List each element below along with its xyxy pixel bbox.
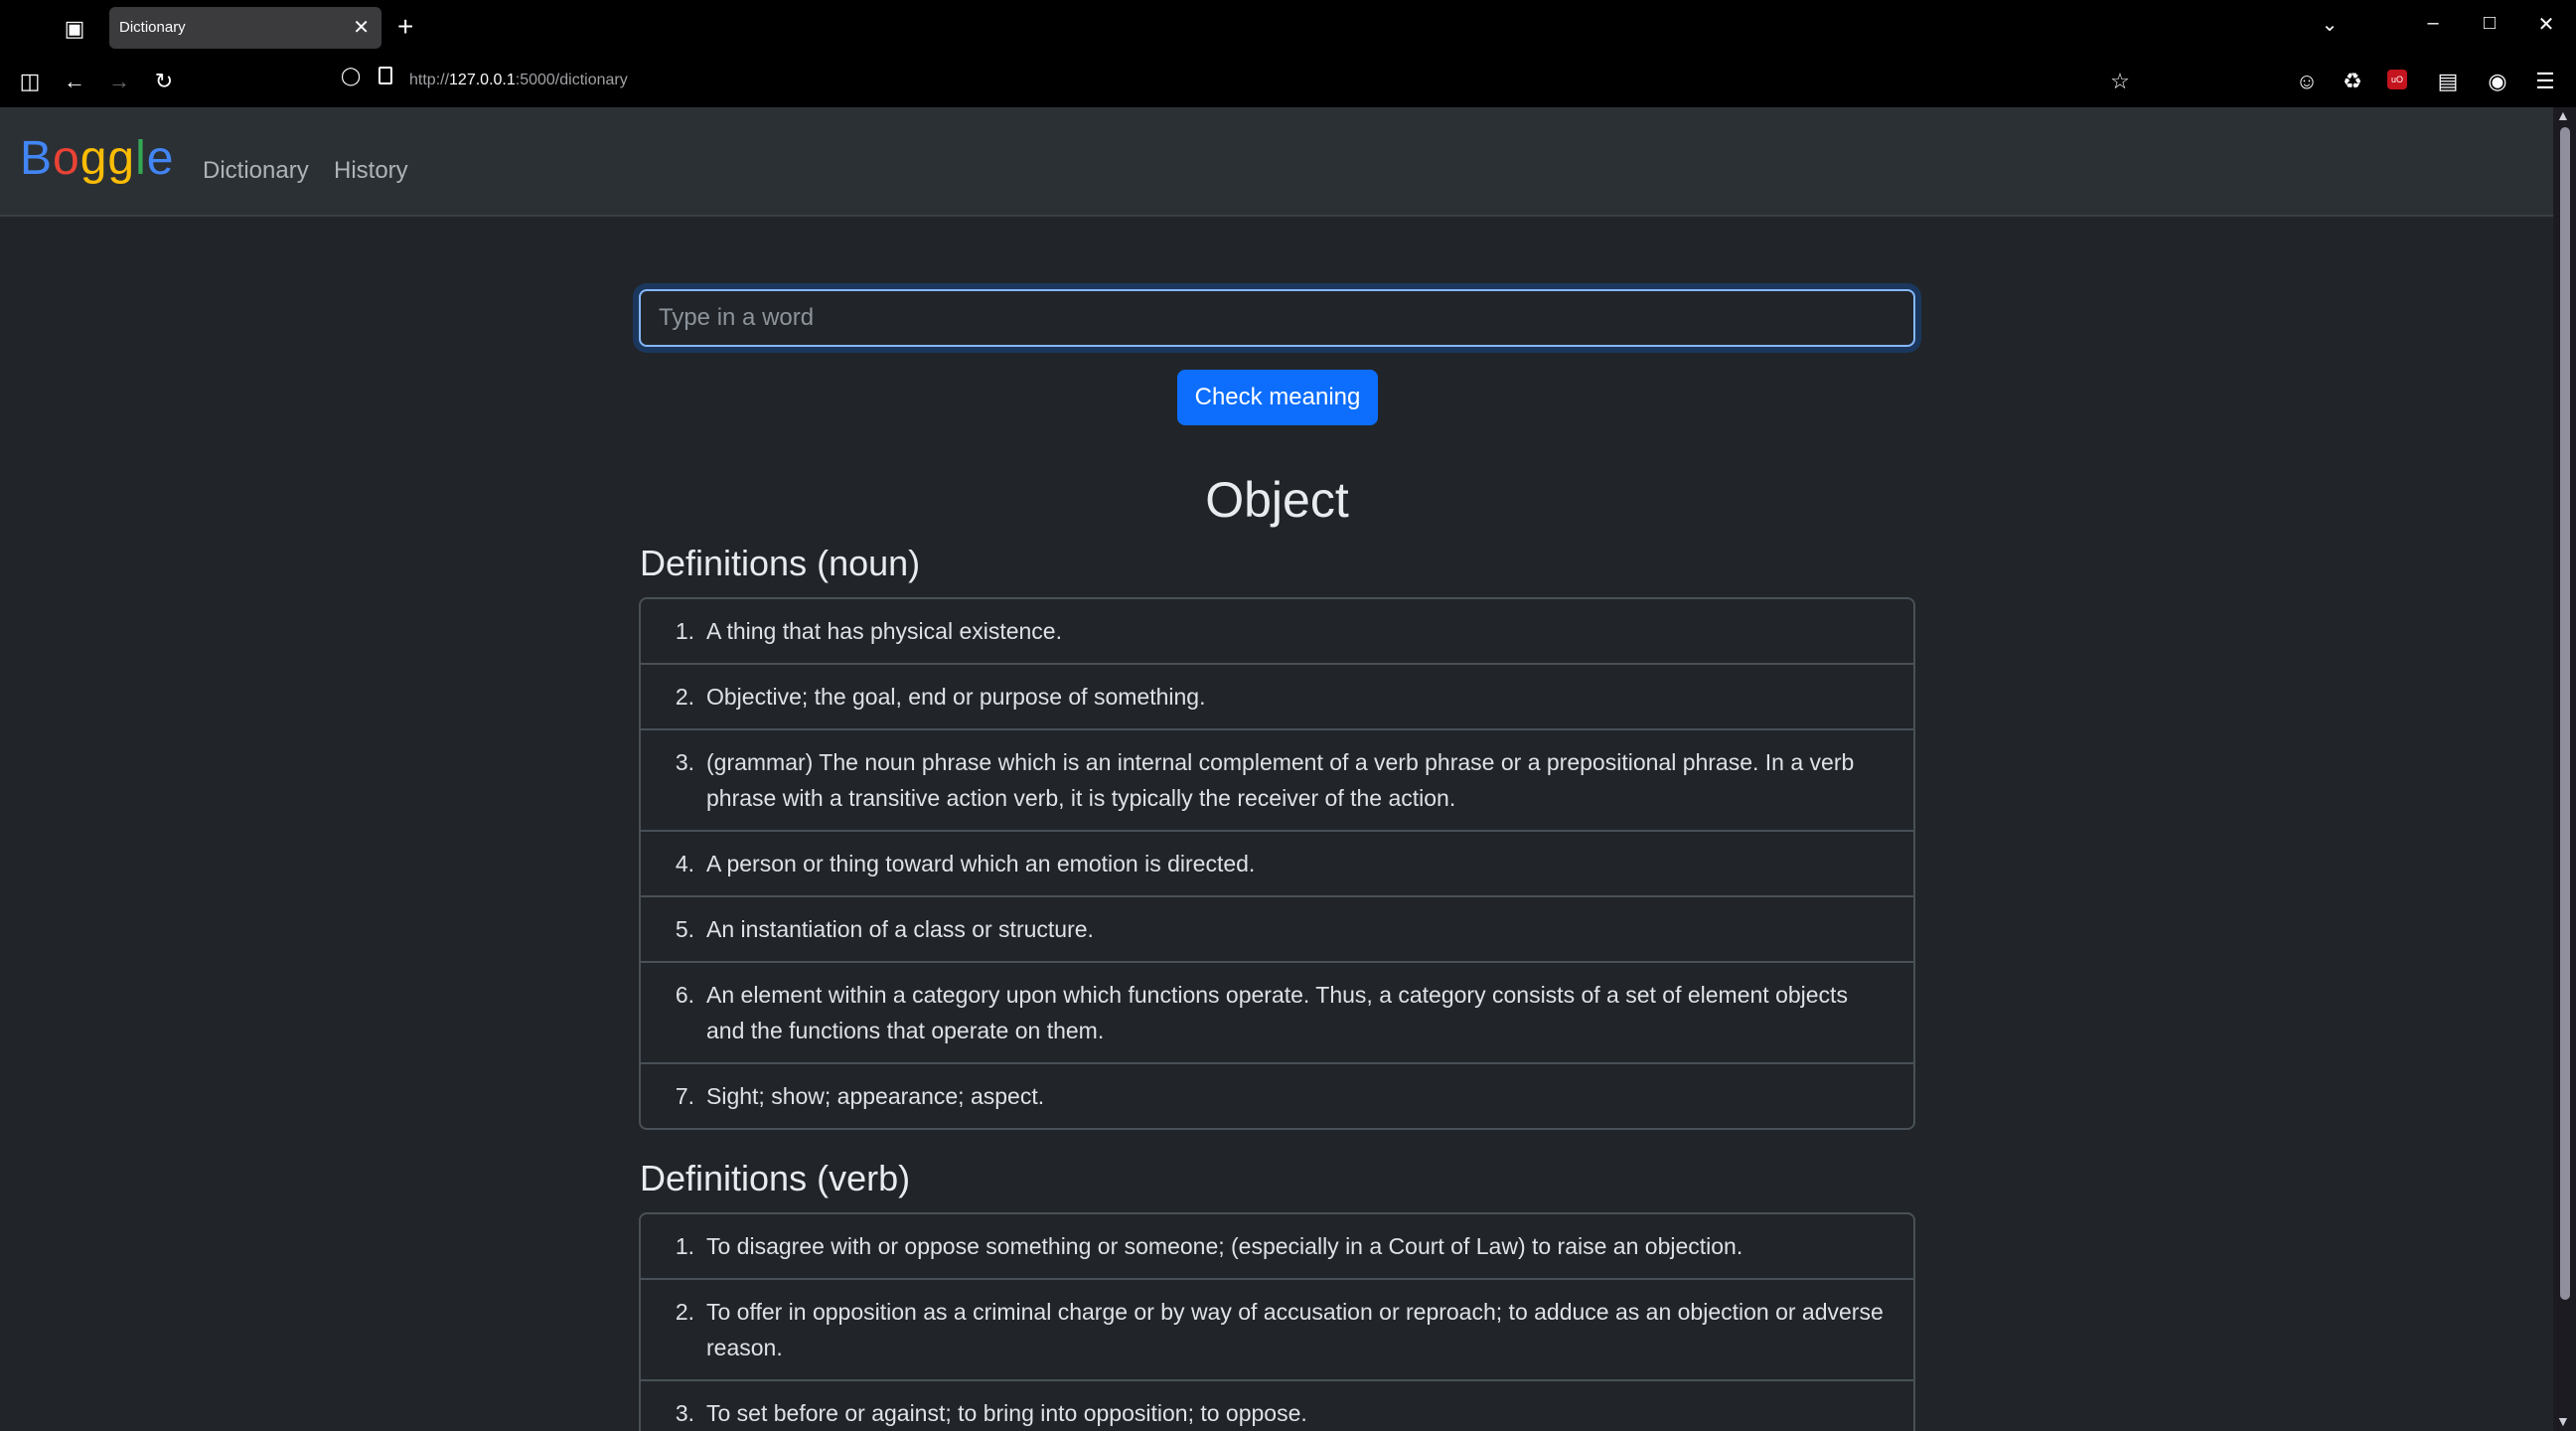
scrollbar-thumb[interactable]: [2560, 127, 2570, 1300]
new-tab-icon[interactable]: +: [397, 12, 413, 42]
bookmark-star-icon[interactable]: ☆: [2104, 66, 2136, 97]
shield-icon[interactable]: ◯: [341, 66, 361, 86]
brand-letter: l: [135, 132, 147, 185]
private-mask-icon[interactable]: ◉: [2482, 66, 2513, 97]
definition-text: Sight; show; appearance; aspect.: [706, 1083, 1045, 1109]
forward-icon[interactable]: →: [103, 66, 135, 97]
definition-item: 5. An instantiation of a class or structu…: [641, 897, 1913, 963]
definition-item: 2. To offer in opposition as a criminal c…: [641, 1280, 1913, 1381]
ublock-icon[interactable]: uO: [2387, 70, 2407, 89]
definition-number: 7.: [675, 1083, 694, 1109]
definition-item: 4. A person or thing toward which an emot…: [641, 832, 1913, 897]
sidebar-icon[interactable]: ◫: [14, 66, 46, 97]
close-tab-icon[interactable]: ✕: [353, 15, 370, 40]
check-meaning-button[interactable]: Check meaning: [1177, 370, 1378, 425]
noun-definitions-list: 1. A thing that has physical existence. 2.…: [639, 597, 1915, 1130]
definition-text: (grammar) The noun phrase which is an in…: [706, 749, 1855, 811]
account-icon[interactable]: ☺: [2291, 66, 2323, 97]
definition-item: 7. Sight; show; appearance; aspect.: [641, 1064, 1913, 1128]
url-host: 127.0.0.1: [449, 72, 516, 88]
definition-text: A thing that has physical existence.: [706, 618, 1062, 644]
definition-number: 5.: [675, 916, 694, 942]
definition-number: 6.: [675, 982, 694, 1008]
tab-title: Dictionary: [119, 19, 186, 36]
brand-letter: g: [79, 132, 108, 185]
definition-number: 3.: [675, 1400, 694, 1426]
word-title: Object: [1205, 472, 1349, 528]
brand-letter: e: [146, 132, 175, 185]
definition-text: An instantiation of a class or structure…: [706, 916, 1094, 942]
definition-text: To disagree with or oppose something or …: [706, 1233, 1743, 1259]
definition-text: An element within a category upon which …: [706, 982, 1848, 1043]
verb-definitions-heading: Definitions (verb): [640, 1158, 911, 1198]
url-path: :5000/dictionary: [515, 72, 628, 88]
definition-text: To offer in opposition as a criminal cha…: [706, 1299, 1884, 1360]
browser-chrome: ▣ Dictionary ✕ + ⌄ – □ ✕ ◫ ← → ↻ ☆ ☺ ♻ ▤…: [0, 0, 2576, 107]
window-close-icon[interactable]: ✕: [2531, 12, 2561, 37]
definition-number: 1.: [675, 618, 694, 644]
definition-item: 1. To disagree with or oppose something o…: [641, 1214, 1913, 1280]
tab-list-chevron-icon[interactable]: ⌄: [2315, 12, 2345, 37]
brand-letter: B: [20, 132, 54, 185]
tab-overview-icon[interactable]: ▣: [60, 14, 89, 44]
noun-definitions-heading: Definitions (noun): [640, 543, 921, 583]
definition-text: To set before or against; to bring into …: [706, 1400, 1307, 1426]
maximize-icon[interactable]: □: [2475, 12, 2504, 35]
brand-logo[interactable]: Boggle: [20, 131, 175, 186]
brand-letter: g: [107, 132, 136, 185]
container-icon[interactable]: ▤: [2432, 66, 2464, 97]
back-icon[interactable]: ←: [59, 66, 90, 97]
definition-item: 3. To set before or against; to bring int…: [641, 1381, 1913, 1431]
scroll-up-icon[interactable]: ▲: [2556, 107, 2570, 123]
verb-definitions-list: 1. To disagree with or oppose something o…: [639, 1212, 1915, 1431]
reload-icon[interactable]: ↻: [148, 66, 180, 97]
scroll-down-icon[interactable]: ▼: [2556, 1413, 2570, 1429]
address-bar[interactable]: http://127.0.0.1:5000/dictionary: [409, 72, 628, 89]
browser-tab[interactable]: Dictionary ✕: [109, 7, 381, 49]
minimize-icon[interactable]: –: [2418, 12, 2448, 35]
definition-number: 4.: [675, 851, 694, 876]
word-search-input[interactable]: [639, 289, 1915, 347]
definition-number: 1.: [675, 1233, 694, 1259]
definition-item: 1. A thing that has physical existence.: [641, 599, 1913, 665]
definition-item: 6. An element within a category upon whic…: [641, 963, 1913, 1064]
page-icon[interactable]: [379, 67, 392, 84]
definition-number: 2.: [675, 1299, 694, 1325]
definition-number: 3.: [675, 749, 694, 775]
site-navbar: Boggle Dictionary History: [0, 107, 2553, 217]
menu-icon[interactable]: ☰: [2529, 66, 2561, 97]
nav-link-history[interactable]: History: [334, 157, 408, 185]
url-prefix: http://: [409, 72, 450, 88]
definition-item: 3. (grammar) The noun phrase which is an …: [641, 730, 1913, 832]
definition-text: A person or thing toward which an emotio…: [706, 851, 1256, 876]
nav-link-dictionary[interactable]: Dictionary: [203, 157, 309, 185]
definition-item: 2. Objective; the goal, end or purpose of…: [641, 665, 1913, 730]
definition-number: 2.: [675, 684, 694, 710]
page-viewport: Boggle Dictionary History Check meaning …: [0, 107, 2553, 1431]
definition-text: Objective; the goal, end or purpose of s…: [706, 684, 1206, 710]
tab-strip: ▣ Dictionary ✕ + ⌄ – □ ✕: [0, 0, 2576, 56]
page-scrollbar[interactable]: ▲ ▼: [2553, 107, 2576, 1431]
extensions-icon[interactable]: ♻: [2337, 66, 2368, 97]
brand-letter: o: [53, 132, 80, 185]
